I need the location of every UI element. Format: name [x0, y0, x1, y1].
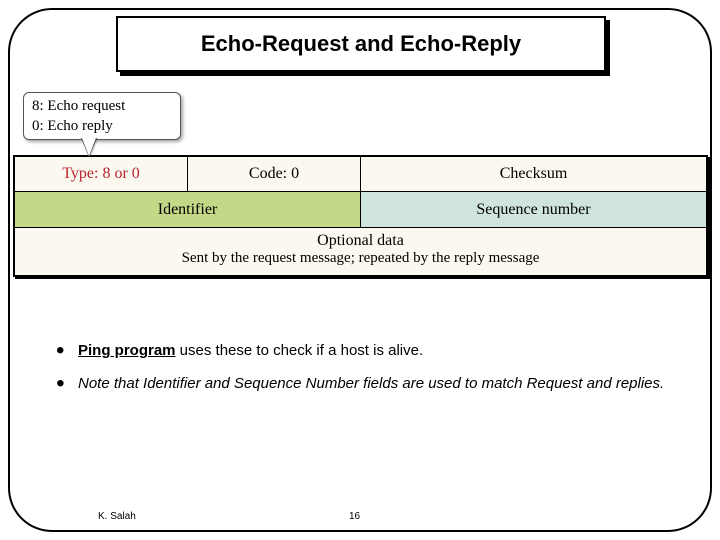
packet-row-2: Identifier Sequence number — [15, 191, 706, 227]
callout-line1: 8: Echo request — [32, 97, 172, 117]
field-code: Code: 0 — [188, 157, 361, 191]
optional-data-title: Optional data — [15, 232, 706, 250]
field-sequence: Sequence number — [361, 191, 706, 227]
optional-data-sub: Sent by the request message; repeated by… — [15, 250, 706, 267]
footer-page: 16 — [349, 511, 360, 522]
field-checksum: Checksum — [361, 157, 706, 191]
callout-tail — [82, 138, 96, 156]
callout-box: 8: Echo request 0: Echo reply — [23, 92, 181, 140]
bullet-1-rest: uses these to check if a host is alive. — [176, 342, 424, 359]
bullet-1-strong: Ping program — [78, 342, 176, 359]
packet-diagram: Type: 8 or 0 Code: 0 Checksum Identifier… — [13, 155, 708, 277]
packet-row-3: Optional data Sent by the request messag… — [15, 227, 706, 275]
bullet-2: Note that Identifier and Sequence Number… — [56, 375, 666, 394]
title-box: Echo-Request and Echo-Reply — [116, 16, 606, 72]
bullet-list: Ping program uses these to check if a ho… — [56, 342, 666, 408]
field-type: Type: 8 or 0 — [15, 157, 188, 191]
footer-author: K. Salah — [98, 511, 136, 522]
slide-title: Echo-Request and Echo-Reply — [201, 31, 521, 57]
field-identifier: Identifier — [15, 191, 361, 227]
slide: Echo-Request and Echo-Reply 8: Echo requ… — [0, 0, 720, 540]
bullet-1: Ping program uses these to check if a ho… — [56, 342, 666, 361]
packet-row-1: Type: 8 or 0 Code: 0 Checksum — [15, 157, 706, 191]
callout-line2: 0: Echo reply — [32, 117, 172, 137]
